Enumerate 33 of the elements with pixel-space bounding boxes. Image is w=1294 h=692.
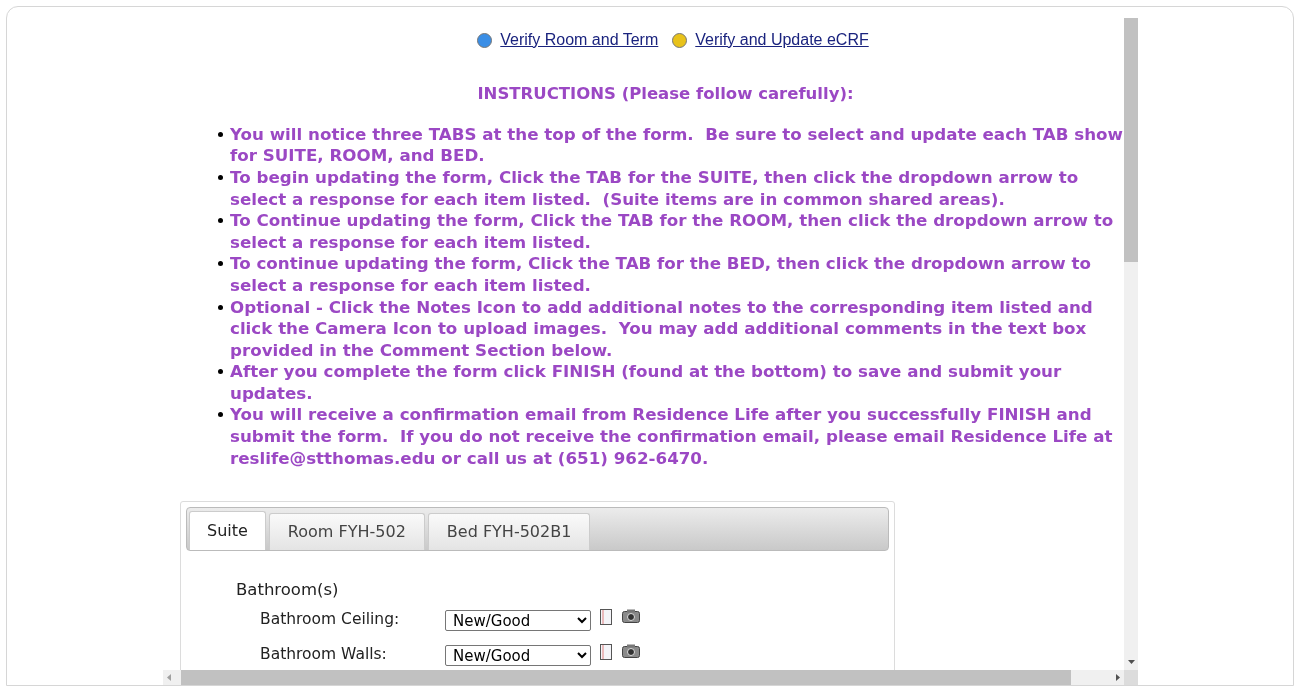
bullet-icon <box>218 369 223 375</box>
vertical-scrollbar[interactable] <box>1124 18 1138 670</box>
nav-link[interactable]: Verify Room and Term <box>500 28 659 52</box>
instruction-text: You will notice three TABS at the top of the form. Be sure to select and update each TAB show for SUITE, ROOM, and BED. <box>230 123 1123 167</box>
condition-dropdown[interactable]: New/Good <box>445 609 591 631</box>
bullet-icon <box>218 412 223 418</box>
scroll-down-icon[interactable] <box>1127 660 1135 664</box>
instruction-text: To Continue updating the form, Click the TAB for the ROOM, then click the dropdown arrow to select a response for each item listed. <box>230 210 1114 254</box>
instructions-title: INSTRUCTIONS (Please follow carefully): <box>476 83 855 105</box>
bullet-icon <box>218 261 223 267</box>
notes-icon[interactable] <box>600 644 612 660</box>
camera-icon[interactable] <box>622 644 640 658</box>
field-label: Bathroom Ceiling: <box>260 609 401 631</box>
instruction-text: To continue updating the form, Click the TAB for the BED, then click the dropdown arrow to select a response for each item listed. <box>230 253 1091 297</box>
bullet-icon <box>218 174 223 180</box>
tab[interactable]: Bed FYH-502B1 <box>427 513 591 551</box>
scroll-right-icon[interactable] <box>1116 674 1120 681</box>
instruction-text: You will receive a confirmation email from Residence Life after you successfully FINISH and submit the form. If you do not receive the confirmation email, please email Residence Life at reslife@stthomas.edu or call us at (651) 962-6470. <box>230 404 1113 470</box>
bullet-icon <box>218 304 223 310</box>
tab[interactable]: Room FYH-502 <box>268 513 425 551</box>
notes-icon[interactable] <box>600 609 612 625</box>
section-title: Bathroom(s) <box>236 579 340 602</box>
scrollbar-thumb[interactable] <box>1124 18 1138 262</box>
instruction-text: Optional - Click the Notes Icon to add additional notes to the corresponding item listed and click the Camera Icon to upload images. You may add additional comments in the text box provided in the Comment Section below. <box>230 296 1093 362</box>
condition-dropdown[interactable]: New/Good <box>445 644 591 666</box>
camera-icon[interactable] <box>622 609 640 623</box>
tab[interactable]: Suite <box>189 511 266 551</box>
instruction-text: After you complete the form click FINISH (found at the bottom) to save and submit your updates. <box>230 361 1062 405</box>
field-label: Bathroom Walls: <box>260 644 388 666</box>
instruction-text: To begin updating the form, Click the TAB for the SUITE, then click the dropdown arrow to select a response for each item listed. (Suite items are in common shared areas). <box>230 166 1079 211</box>
nav-link[interactable]: Verify and Update eCRF <box>695 28 869 52</box>
bullet-icon <box>218 218 223 224</box>
bullet-icon <box>218 131 223 137</box>
